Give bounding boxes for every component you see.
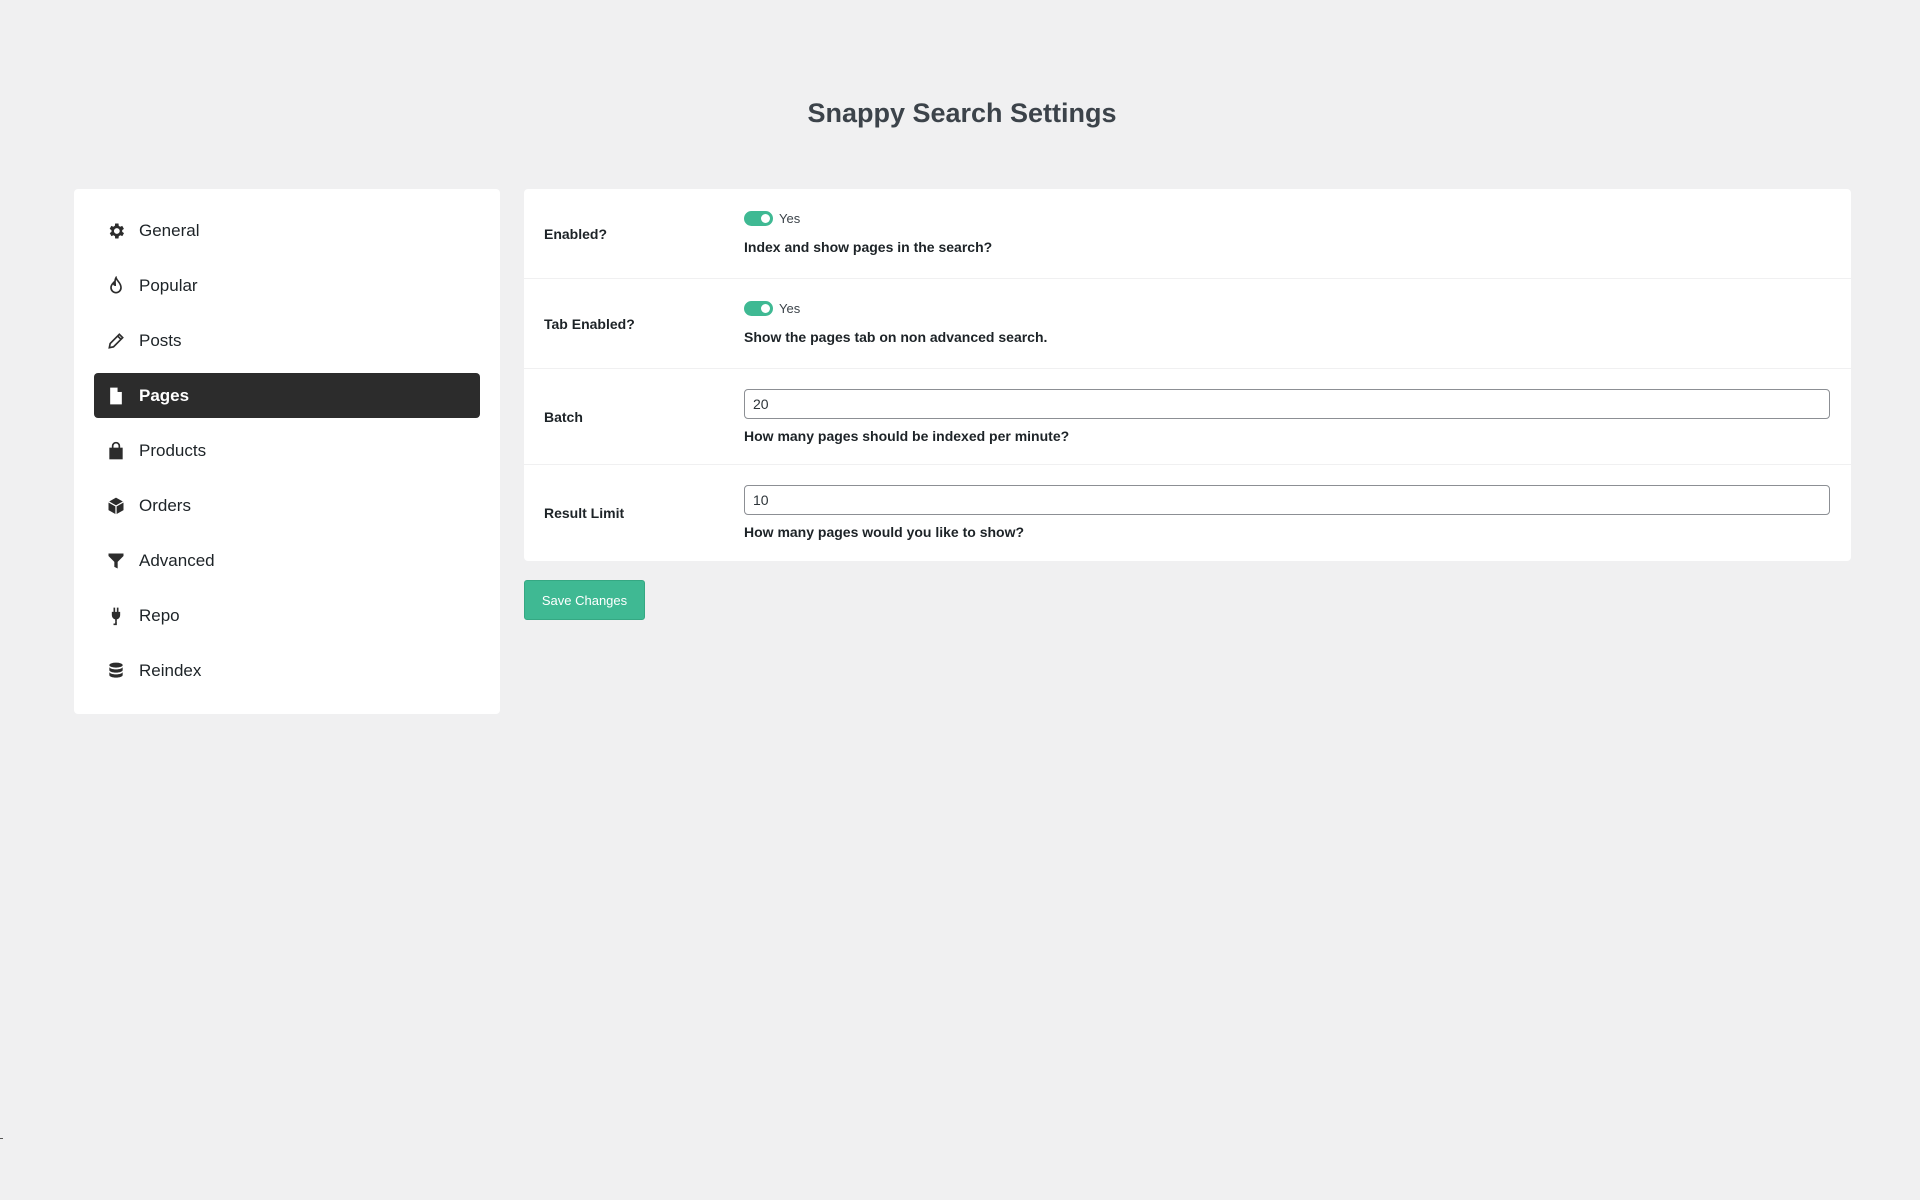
sidebar-item-reindex[interactable]: Reindex	[94, 648, 480, 693]
sidebar-item-products[interactable]: Products	[94, 428, 480, 473]
result-limit-input[interactable]	[744, 485, 1830, 515]
settings-panel: Enabled? Yes Index and show pages in the…	[524, 189, 1851, 561]
sidebar-item-label: Orders	[139, 495, 191, 515]
save-changes-button[interactable]: Save Changes	[524, 580, 645, 620]
sidebar-item-label: Repo	[139, 605, 180, 625]
toggle-text: Yes	[779, 301, 801, 316]
sidebar-item-label: Products	[139, 440, 207, 460]
setting-label: Batch	[544, 408, 583, 425]
sidebar-item-label: Posts	[139, 330, 182, 350]
sidebar-item-repo[interactable]: Repo	[94, 593, 480, 638]
sidebar-item-advanced[interactable]: Advanced	[94, 538, 480, 583]
sidebar-item-orders[interactable]: Orders	[94, 483, 480, 528]
page-title: Snappy Search Settings	[807, 98, 1117, 128]
setting-label: Tab Enabled?	[544, 315, 635, 332]
setting-row-enabled: Enabled? Yes Index and show pages in the…	[524, 189, 1851, 279]
sidebar-item-general[interactable]: General	[94, 208, 480, 253]
sidebar-item-popular[interactable]: Popular	[94, 263, 480, 308]
plug-icon	[106, 606, 126, 626]
sidebar-item-label: Popular	[139, 275, 198, 295]
sidebar-item-posts[interactable]: Posts	[94, 318, 480, 363]
sidebar-item-label: Advanced	[139, 550, 215, 570]
filter-icon	[106, 551, 126, 571]
batch-input[interactable]	[744, 389, 1830, 419]
sidebar-item-label: Reindex	[139, 660, 202, 680]
database-icon	[106, 661, 126, 681]
enabled-toggle[interactable]	[744, 211, 773, 226]
pencil-icon	[106, 331, 126, 351]
gear-icon	[106, 221, 126, 241]
setting-row-batch: Batch How many pages should be indexed p…	[524, 369, 1851, 465]
setting-label: Enabled?	[544, 225, 608, 242]
flame-icon	[106, 275, 126, 296]
toggle-text: Yes	[779, 211, 801, 226]
sidebar-item-pages[interactable]: Pages	[94, 373, 480, 418]
setting-row-result-limit: Result Limit How many pages would you li…	[524, 465, 1851, 561]
shopping-bag-icon	[106, 441, 126, 461]
tab-enabled-toggle[interactable]	[744, 301, 773, 316]
box-icon	[106, 496, 126, 516]
setting-help: How many pages should be indexed per min…	[744, 428, 1070, 444]
setting-help: Index and show pages in the search?	[744, 239, 993, 255]
setting-help: Show the pages tab on non advanced searc…	[744, 329, 1048, 345]
edge-marker	[0, 1138, 3, 1139]
setting-help: How many pages would you like to show?	[744, 524, 1025, 540]
sidebar-item-label: General	[139, 220, 200, 240]
settings-sidebar: General Popular Posts Pages Products Ord…	[74, 189, 500, 714]
file-icon	[106, 386, 126, 406]
sidebar-item-label: Pages	[139, 385, 190, 405]
setting-row-tab-enabled: Tab Enabled? Yes Show the pages tab on n…	[524, 279, 1851, 369]
setting-label: Result Limit	[544, 505, 625, 521]
